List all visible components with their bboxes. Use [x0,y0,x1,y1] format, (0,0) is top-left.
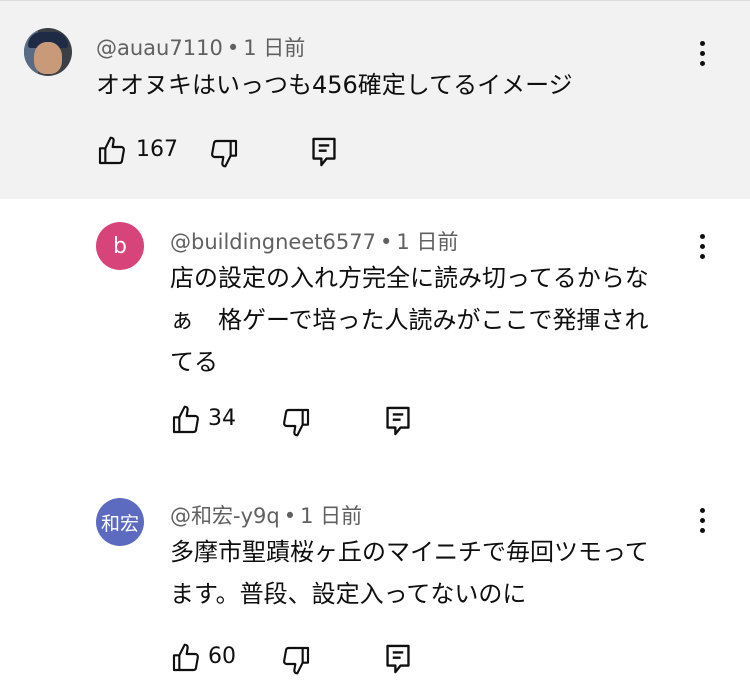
reply-icon[interactable] [382,642,414,676]
reply-thread-2: 和宏 @和宏-y9q • 1 日前 多摩市聖蹟桜ヶ丘のマイニチで毎回ツモって ます。… [0,468,750,688]
more-options-button[interactable] [692,38,712,68]
more-options-button[interactable] [692,231,712,261]
avatar-letter: b [113,233,127,259]
comment-text: 多摩市聖蹟桜ヶ丘のマイニチで毎回ツモって ます。普段、設定入ってないのに [170,538,649,608]
avatar-letter: 和宏 [100,512,139,535]
comment-actions: 60 [170,642,430,676]
timestamp[interactable]: 1 日前 [300,504,362,528]
like-count: 167 [136,137,178,162]
thumbs-down-icon[interactable] [280,644,312,676]
author-handle[interactable]: @buildingneet6577 [170,230,376,254]
avatar[interactable] [24,28,72,76]
reply-icon[interactable] [382,404,414,438]
comment-meta: @auau7110 • 1 日前 [96,32,305,62]
thumbs-up-icon[interactable] [170,404,202,436]
comment-actions: 34 [170,404,430,438]
more-vert-icon [699,507,705,513]
more-vert-icon [699,233,705,239]
avatar[interactable]: 和宏 [96,498,144,546]
thumbs-down-icon[interactable] [280,406,312,438]
more-vert-icon [699,40,705,46]
comment-actions: 167 [96,135,356,169]
avatar[interactable]: b [96,222,144,270]
comment-text: 店の設定の入れ方完全に読み切ってるからな ぁ 格ゲーで培った人読みがここで発揮さ… [170,264,649,376]
thumbs-up-icon[interactable] [170,642,202,674]
thumbs-up-icon[interactable] [96,135,128,167]
comment-meta: @buildingneet6577 • 1 日前 [170,226,458,256]
more-options-button[interactable] [692,505,712,535]
author-handle[interactable]: @auau7110 [96,36,223,60]
thumbs-down-icon[interactable] [208,137,240,169]
separator: • [379,230,393,254]
author-handle[interactable]: @和宏-y9q [170,504,280,528]
comment-thread-top: @auau7110 • 1 日前 オオヌキはいっつも456確定してるイメージ 167 [0,0,750,199]
reply-thread-1: b @buildingneet6577 • 1 日前 店の設定の入れ方完全に読み切っ… [0,198,750,468]
comment-text: オオヌキはいっつも456確定してるイメージ [96,71,573,99]
like-count: 34 [208,406,236,431]
separator: • [283,504,297,528]
separator: • [226,36,240,60]
timestamp[interactable]: 1 日前 [396,230,458,254]
comment-meta: @和宏-y9q • 1 日前 [170,500,362,530]
timestamp[interactable]: 1 日前 [243,36,305,60]
like-count: 60 [208,644,236,669]
reply-icon[interactable] [308,135,340,169]
